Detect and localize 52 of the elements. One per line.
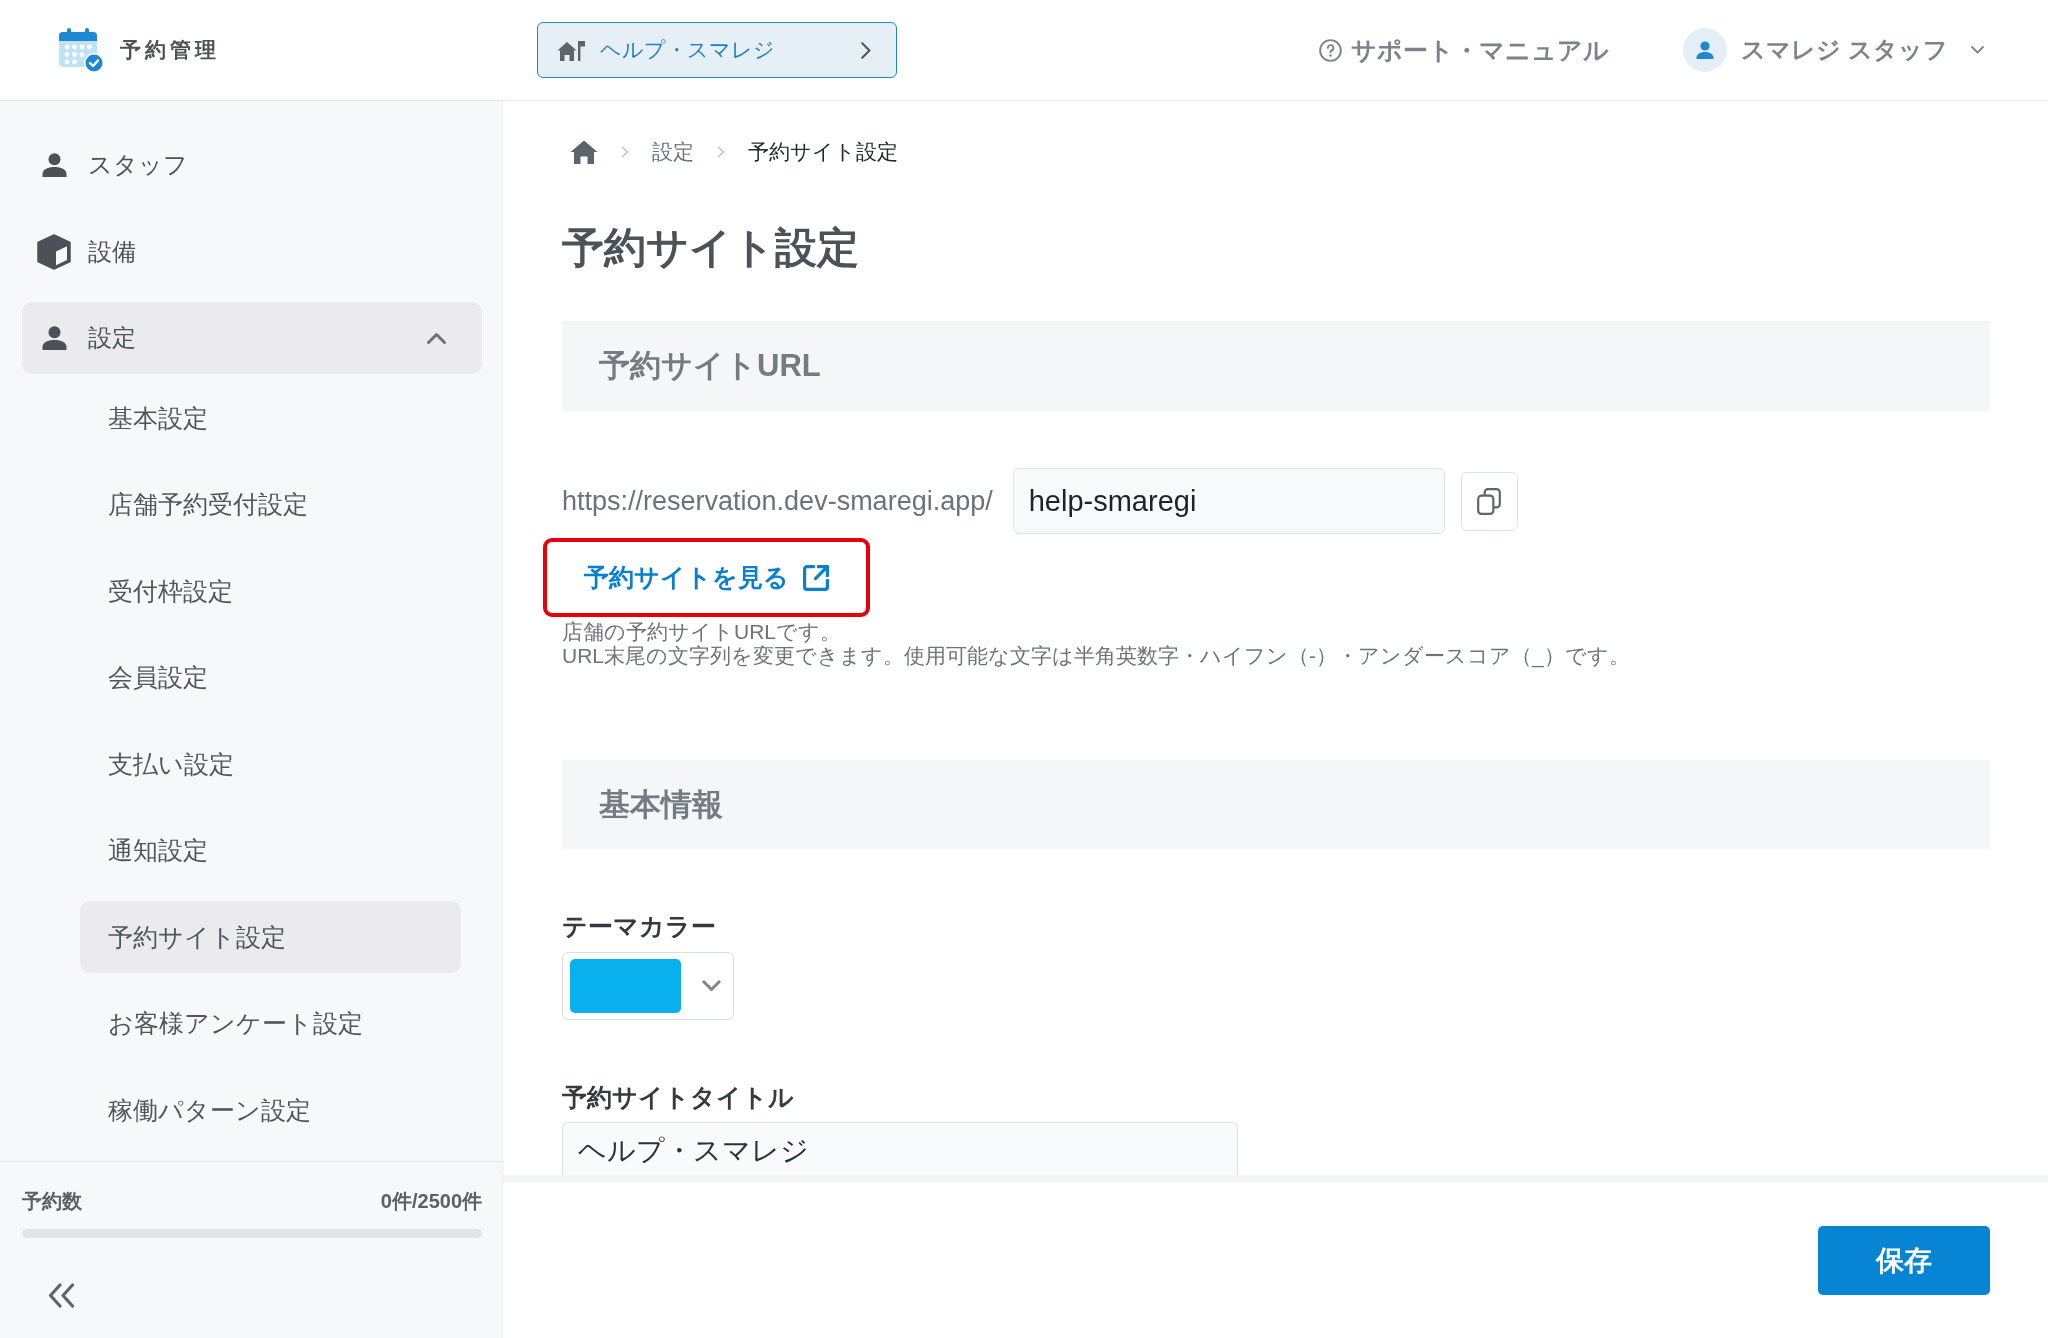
page-title: 予約サイト設定 — [562, 223, 859, 273]
chevron-right-icon — [717, 146, 725, 158]
sidebar-subitem[interactable]: 予約サイト設定 — [80, 901, 461, 973]
person-icon — [41, 153, 67, 177]
copy-icon — [1477, 487, 1502, 515]
calendar-check-icon — [59, 27, 104, 73]
user-menu-button[interactable]: スマレジ スタッフ — [1683, 28, 1984, 72]
sidebar-subitem[interactable]: 通知設定 — [80, 814, 461, 887]
sidebar-subitem[interactable]: 支払い設定 — [80, 728, 461, 800]
cube-icon — [36, 233, 72, 270]
breadcrumb-link[interactable]: 設定 — [652, 138, 694, 166]
section-header: 基本情報 — [562, 760, 1990, 849]
field-label: テーマカラー — [562, 911, 716, 941]
external-link-icon — [803, 564, 829, 591]
sidebar-subitem[interactable]: 受付枠設定 — [80, 555, 461, 627]
chevron-down-icon — [1971, 46, 1984, 54]
usage-count: 0件/2500件 — [380, 1188, 482, 1214]
person-icon — [41, 326, 67, 350]
section-header: 予約サイトURL — [562, 321, 1990, 411]
app-title: 予約管理 — [120, 37, 220, 63]
collapse-sidebar-button[interactable] — [48, 1283, 75, 1308]
copy-button[interactable] — [1460, 471, 1518, 531]
usage-label: 予約数 — [22, 1188, 82, 1214]
sidebar-subitem[interactable]: 稼働パターン設定 — [80, 1074, 461, 1146]
chevron-right-icon — [861, 41, 871, 59]
sidebar-item[interactable]: 設備 — [22, 215, 482, 288]
help-text: URL末尾の文字列を変更できます。使用可能な文字は半角英数字・ハイフン（-）・アンダースコア（_）です。 — [562, 644, 1630, 668]
sidebar-item[interactable]: 設定 — [22, 302, 482, 374]
sidebar-subitem[interactable]: お客様アンケート設定 — [80, 987, 461, 1060]
sidebar-item[interactable]: スタッフ — [22, 129, 482, 201]
avatar-icon — [1683, 28, 1728, 72]
breadcrumb-current: 予約サイト設定 — [748, 139, 898, 165]
view-site-link[interactable]: 予約サイトを見る — [584, 561, 829, 594]
chevron-down-icon — [702, 980, 721, 992]
field-label: 予約サイトタイトル — [562, 1082, 794, 1112]
sidebar-subitem[interactable]: 店舗予約受付設定 — [80, 468, 461, 541]
url-slug-input[interactable]: help-smaregi — [1012, 468, 1445, 534]
help-icon — [1319, 38, 1343, 62]
site-title-input[interactable]: ヘルプ・スマレジ — [562, 1122, 1238, 1175]
home-breadcrumb-link[interactable] — [570, 140, 598, 164]
support-link[interactable]: サポート・マニュアル — [1319, 33, 1610, 67]
home-icon — [570, 140, 598, 164]
help-button[interactable]: ヘルプ・スマレジ — [537, 22, 897, 78]
chevron-right-icon — [621, 146, 629, 158]
house-flag-icon — [557, 39, 585, 61]
help-text: 店舗の予約サイトURLです。 — [562, 620, 842, 644]
sidebar-subitem[interactable]: 基本設定 — [80, 382, 461, 454]
color-select[interactable] — [562, 952, 734, 1020]
url-prefix: https://reservation.dev-smaregi.app/ — [562, 485, 993, 517]
double-chevron-left-icon — [48, 1283, 75, 1308]
save-button[interactable]: 保存 — [1818, 1226, 1990, 1295]
sidebar-subitem[interactable]: 会員設定 — [80, 641, 461, 714]
